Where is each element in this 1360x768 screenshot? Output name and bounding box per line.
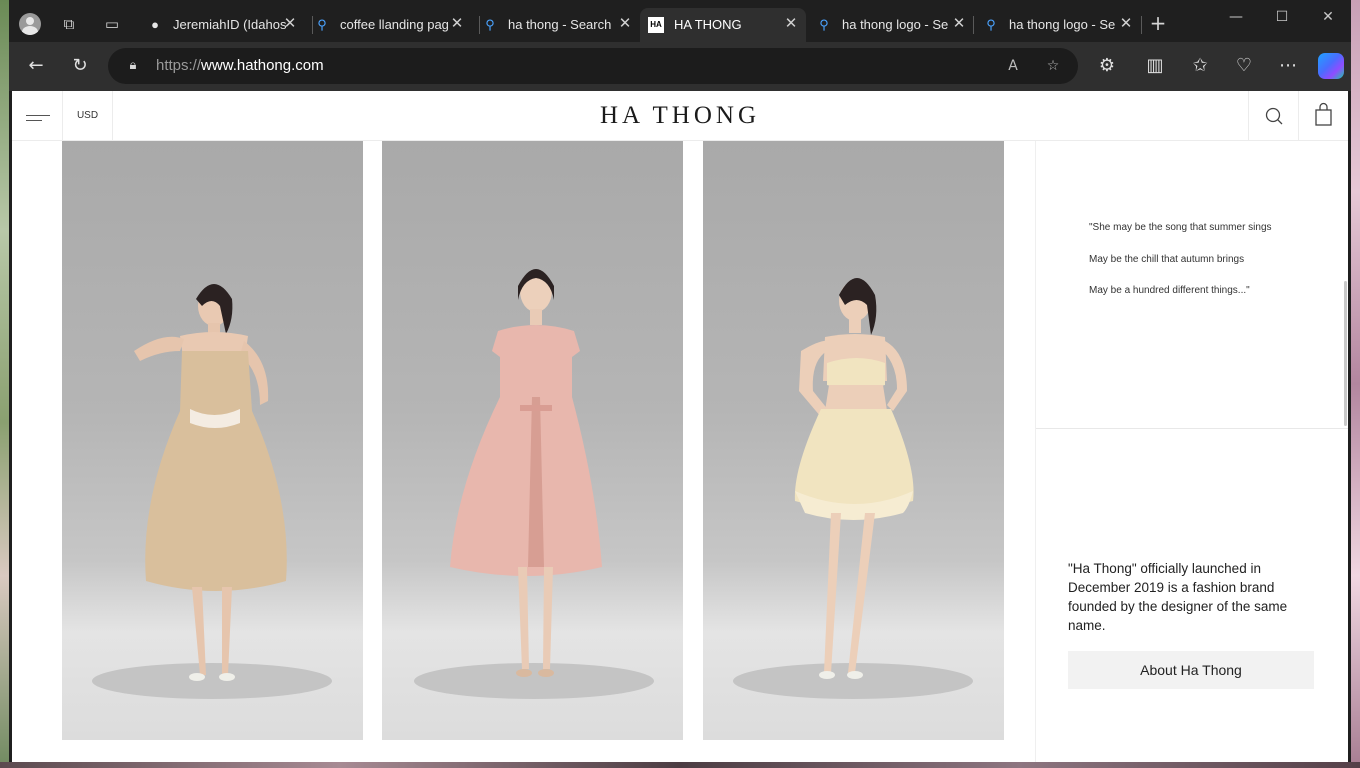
lock-icon: 🔒︎ xyxy=(129,58,137,73)
browser-toolbar: ← ↻ 🔒︎ https://www.hathong.com A ☆ ⚙ ▥ ✩… xyxy=(9,42,1351,91)
close-icon[interactable]: ✕ xyxy=(618,16,632,32)
menu-line-icon xyxy=(26,120,42,121)
site-header: USD HA THONG xyxy=(12,91,1348,141)
menu-line-icon xyxy=(26,115,50,116)
search-icon: ⚲ xyxy=(986,17,996,32)
desktop-background-left xyxy=(0,0,9,768)
search-icon: ⚲ xyxy=(485,17,495,32)
tab-separator xyxy=(973,16,974,34)
hamburger-menu-button[interactable] xyxy=(12,91,63,141)
desktop-background-right xyxy=(1351,0,1360,768)
sidebar-divider xyxy=(1035,141,1036,762)
model-figure xyxy=(92,284,332,699)
browser-essentials-icon[interactable]: ♡ xyxy=(1232,54,1256,78)
product-photo-cream-set[interactable] xyxy=(703,141,1004,740)
tab-strip: ⧉ ▭ ● JeremiahID (Idahos ✕ ⚲ coffee llan… xyxy=(9,0,1351,48)
profile-avatar[interactable] xyxy=(19,13,41,35)
close-icon[interactable]: ✕ xyxy=(784,16,798,32)
about-description: "Ha Thong" officially launched in Decemb… xyxy=(1068,561,1288,633)
tab-separator xyxy=(1141,16,1142,34)
tab-title: ha thong logo - Se xyxy=(1009,17,1116,32)
maximize-button[interactable]: ☐ xyxy=(1267,8,1297,26)
tab-title: JeremiahID (Idahos xyxy=(173,17,287,32)
quote-line-2: May be the chill that autumn brings xyxy=(1089,254,1245,265)
tab-logo-search-1[interactable]: ⚲ ha thong logo - Se ✕ xyxy=(808,8,974,42)
vertical-tabs-icon[interactable]: ▭ xyxy=(102,14,122,34)
web-page: USD HA THONG "She may be the song that s… xyxy=(12,91,1348,762)
product-photo-beige-dress[interactable] xyxy=(62,141,363,740)
close-icon[interactable]: ✕ xyxy=(1119,16,1133,32)
read-aloud-icon[interactable]: A xyxy=(1003,56,1023,76)
sidebar-separator xyxy=(1036,428,1348,429)
search-icon: ⚲ xyxy=(819,17,829,32)
back-icon[interactable]: ← xyxy=(24,54,48,78)
search-button[interactable] xyxy=(1248,91,1298,141)
close-icon[interactable]: ✕ xyxy=(450,16,464,32)
quote-line-3: May be a hundred different things..." xyxy=(1089,285,1250,296)
product-photo-pink-dress[interactable] xyxy=(382,141,683,740)
extensions-icon[interactable]: ⚙ xyxy=(1095,54,1119,78)
split-screen-icon[interactable]: ▥ xyxy=(1143,54,1167,78)
quote-line-1: "She may be the song that summer sings xyxy=(1089,222,1272,233)
cart-button[interactable] xyxy=(1298,91,1348,141)
ha-logo-icon: HA xyxy=(648,17,664,33)
tab-hathong[interactable]: HA HA THONG ✕ xyxy=(640,8,806,42)
close-icon[interactable]: ✕ xyxy=(952,16,966,32)
tab-hathong-search[interactable]: ⚲ ha thong - Search ✕ xyxy=(474,8,640,42)
search-icon xyxy=(1265,107,1283,125)
favorite-star-icon[interactable]: ☆ xyxy=(1043,56,1063,76)
currency-selector[interactable]: USD xyxy=(63,91,113,141)
tab-title: ha thong logo - Se xyxy=(842,17,949,32)
browser-window: ⧉ ▭ ● JeremiahID (Idahos ✕ ⚲ coffee llan… xyxy=(9,0,1351,762)
tab-title: ha thong - Search xyxy=(508,17,612,32)
more-options-icon[interactable]: ⋯ xyxy=(1276,54,1300,78)
close-icon[interactable]: ✕ xyxy=(283,16,297,32)
new-tab-button[interactable]: + xyxy=(1147,12,1169,34)
github-icon: ● xyxy=(151,17,159,32)
tab-title: coffee llanding pag xyxy=(340,17,449,32)
tab-logo-search-2[interactable]: ⚲ ha thong logo - Se ✕ xyxy=(975,8,1141,42)
shopping-bag-icon xyxy=(1315,102,1332,126)
model-figure xyxy=(414,269,654,699)
tab-coffee-search[interactable]: ⚲ coffee llanding pag ✕ xyxy=(306,8,472,42)
site-logo[interactable]: HA THONG xyxy=(572,101,788,131)
copilot-icon[interactable] xyxy=(1318,53,1344,79)
url-text[interactable]: https://www.hathong.com xyxy=(156,57,324,74)
minimize-button[interactable]: — xyxy=(1221,8,1251,26)
tab-title: HA THONG xyxy=(674,17,742,32)
refresh-icon[interactable]: ↻ xyxy=(68,54,92,78)
close-window-button[interactable]: ✕ xyxy=(1313,8,1343,26)
model-figure xyxy=(733,278,973,699)
workspaces-icon[interactable]: ⧉ xyxy=(59,14,79,34)
favorites-icon[interactable]: ✩ xyxy=(1188,54,1212,78)
page-scrollbar[interactable] xyxy=(1344,281,1347,426)
tab-github[interactable]: ● JeremiahID (Idahos ✕ xyxy=(139,8,305,42)
about-button[interactable]: About Ha Thong xyxy=(1068,651,1314,689)
taskbar-edge xyxy=(0,762,1360,768)
search-icon: ⚲ xyxy=(317,17,327,32)
address-bar[interactable]: 🔒︎ https://www.hathong.com A ☆ xyxy=(108,48,1078,84)
